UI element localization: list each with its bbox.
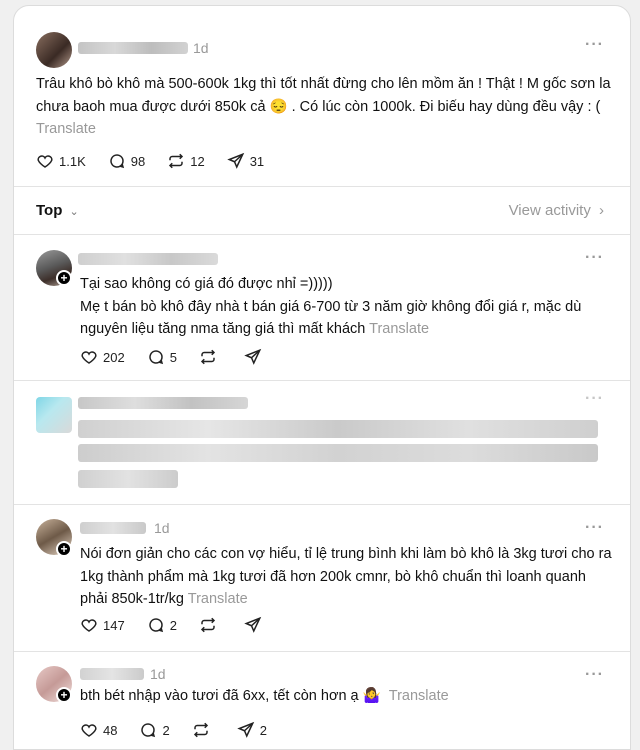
sort-dropdown[interactable]: Top ⌄ <box>36 202 79 219</box>
username-blurred[interactable] <box>80 668 144 680</box>
repost-icon <box>193 722 208 738</box>
share-count: 2 <box>259 722 267 738</box>
comment-icon <box>141 723 156 738</box>
more-options-icon[interactable]: ··· <box>585 36 604 54</box>
divider <box>14 504 630 505</box>
like-count: 202 <box>103 349 125 365</box>
reply-text: bth bét nhập vào tươi đã 6xx, tết còn hơ… <box>80 688 449 704</box>
chevron-down-icon: ⌄ <box>69 206 79 218</box>
comment-button[interactable]: 5 <box>147 348 177 366</box>
comment-count: 2 <box>162 722 170 738</box>
more-options-icon[interactable]: ··· <box>585 249 604 267</box>
blurred-text-line <box>78 420 598 438</box>
comment-button[interactable]: 2 <box>147 616 177 634</box>
heart-icon <box>81 351 97 364</box>
translate-link[interactable]: Translate <box>389 688 449 704</box>
share-button[interactable]: 2 <box>236 721 267 739</box>
share-button[interactable] <box>244 616 267 634</box>
like-button[interactable]: 147 <box>80 616 125 634</box>
heart-icon <box>81 619 97 632</box>
divider <box>14 380 630 381</box>
share-count: 31 <box>249 153 265 169</box>
like-button[interactable]: 1.1K <box>36 152 86 170</box>
post-text: Trâu khô bò khô mà 500-600k 1kg thì tốt … <box>36 76 611 137</box>
repost-icon <box>200 349 215 365</box>
blurred-text-line <box>78 470 178 488</box>
more-options-icon[interactable]: ··· <box>585 390 604 408</box>
repost-button[interactable]: 12 <box>167 152 205 170</box>
reply-text: Nói đơn giản cho các con vợ hiểu, tỉ lệ … <box>80 546 612 607</box>
comment-count: 2 <box>169 617 177 633</box>
comment-count: 5 <box>169 349 177 365</box>
like-button[interactable]: 48 <box>80 721 117 739</box>
repost-icon <box>200 617 215 633</box>
translate-link[interactable]: Translate <box>36 121 96 137</box>
reply-actions: 147 2 <box>80 616 289 634</box>
share-button[interactable] <box>244 348 267 366</box>
repost-button[interactable] <box>199 616 222 634</box>
blurred-text-line <box>78 444 598 462</box>
comment-icon <box>110 154 124 169</box>
more-options-icon[interactable]: ··· <box>585 666 604 684</box>
divider <box>14 234 630 235</box>
reply-actions: 48 2 2 <box>80 721 289 739</box>
translate-link[interactable]: Translate <box>369 321 429 337</box>
comment-count: 98 <box>130 153 146 169</box>
follow-plus-icon[interactable]: + <box>56 541 72 557</box>
chevron-right-icon: › <box>599 202 604 219</box>
heart-icon <box>37 155 53 168</box>
send-icon <box>244 616 262 633</box>
send-icon <box>226 152 244 169</box>
send-icon <box>236 721 254 738</box>
repost-button[interactable] <box>199 348 222 366</box>
repost-count: 12 <box>190 153 205 169</box>
avatar[interactable] <box>36 397 72 433</box>
like-count: 147 <box>103 617 125 633</box>
repost-button[interactable] <box>192 721 215 739</box>
username-blurred[interactable] <box>78 253 218 265</box>
like-count: 1.1K <box>59 153 86 169</box>
thread-card: 1d ··· Trâu khô bò khô mà 500-600k 1kg t… <box>13 5 631 750</box>
replies-header: Top ⌄ View activity › <box>14 186 630 234</box>
username-blurred[interactable] <box>78 42 188 54</box>
send-icon <box>244 348 262 365</box>
follow-plus-icon[interactable]: + <box>56 270 72 286</box>
comment-button[interactable]: 2 <box>139 721 170 739</box>
username-blurred[interactable] <box>80 522 146 534</box>
avatar[interactable] <box>36 32 72 68</box>
like-button[interactable]: 202 <box>80 348 125 366</box>
like-count: 48 <box>103 722 118 738</box>
comment-icon <box>149 350 163 365</box>
repost-icon <box>169 153 184 169</box>
reply-time: 1d <box>154 520 170 536</box>
comment-icon <box>149 618 163 633</box>
heart-icon <box>81 724 97 737</box>
reply-actions: 202 5 <box>80 348 289 366</box>
username-blurred[interactable] <box>78 397 248 409</box>
follow-plus-icon[interactable]: + <box>56 687 72 703</box>
share-button[interactable]: 31 <box>226 152 265 170</box>
comment-button[interactable]: 98 <box>108 152 145 170</box>
reply-time: 1d <box>150 666 166 682</box>
post-time: 1d <box>193 40 209 56</box>
reply-text: Tại sao không có giá đó được nhỉ =))))) … <box>80 276 582 337</box>
post-actions: 1.1K 98 12 31 <box>36 152 286 170</box>
more-options-icon[interactable]: ··· <box>585 519 604 537</box>
translate-link[interactable]: Translate <box>188 591 248 607</box>
divider <box>14 651 630 652</box>
view-activity-link[interactable]: View activity › <box>509 202 604 219</box>
